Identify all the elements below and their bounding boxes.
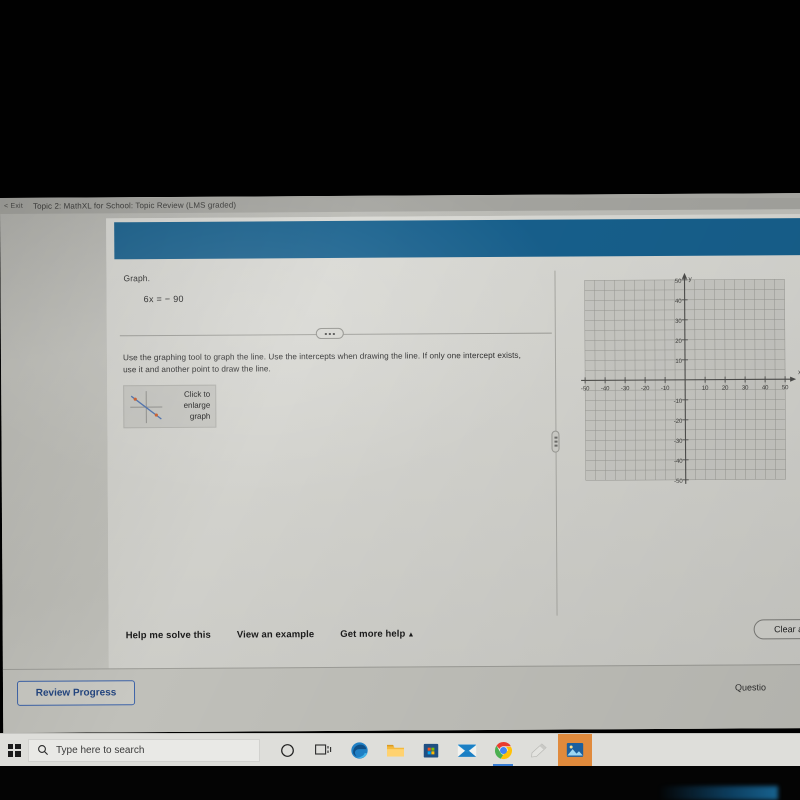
screen-reflection — [658, 786, 778, 800]
photos-icon[interactable] — [558, 733, 592, 767]
assignment-banner — [114, 217, 800, 260]
graph-svg[interactable]: x y -50 -40 -30 -20 -10 10 20 30 40 50 5… — [576, 271, 800, 513]
screenshot-root: < Exit Topic 2: MathXL for School: Topic… — [0, 0, 800, 800]
svg-text:-30: -30 — [674, 439, 683, 445]
question-card-body: Graph. 6x = − 90 Use the graphing tool t… — [106, 213, 800, 669]
cortana-icon[interactable] — [270, 734, 304, 767]
page-footer: Review Progress Questio — [2, 664, 800, 733]
svg-text:10: 10 — [675, 359, 682, 365]
enlarge-line-3: graph — [189, 411, 211, 421]
svg-text:20: 20 — [675, 339, 682, 345]
svg-text:40: 40 — [762, 385, 769, 391]
search-icon — [38, 745, 48, 755]
mini-graph-icon — [124, 386, 167, 426]
x-axis-arrow — [790, 376, 797, 382]
enlarge-line-1: Click to — [183, 390, 211, 400]
chrome-icon[interactable] — [486, 734, 520, 767]
svg-text:10: 10 — [702, 386, 709, 392]
taskbar-icons — [270, 733, 592, 767]
file-explorer-icon[interactable] — [378, 734, 412, 767]
question-status: Questio — [734, 682, 767, 693]
monitor-bezel-top — [0, 0, 800, 200]
browser-page: < Exit Topic 2: MathXL for School: Topic… — [0, 193, 800, 733]
monitor-bezel-bottom — [0, 766, 800, 800]
question-instructions: Use the graphing tool to graph the line.… — [122, 350, 521, 375]
review-progress-button[interactable]: Review Progress — [16, 680, 136, 706]
task-view-icon[interactable] — [306, 734, 340, 767]
svg-text:-10: -10 — [674, 399, 683, 405]
exit-link[interactable]: < Exit — [4, 202, 23, 209]
svg-text:30: 30 — [675, 319, 682, 325]
enlarge-line-2: enlarge — [183, 400, 211, 410]
microsoft-store-icon[interactable] — [414, 734, 448, 767]
stem-divider — [119, 326, 552, 343]
topic-title: Topic 2: MathXL for School: Topic Review… — [32, 200, 237, 211]
svg-text:-10: -10 — [661, 386, 670, 392]
click-to-enlarge-graph-label: Click to enlarge graph — [167, 390, 215, 423]
svg-text:-50: -50 — [581, 386, 590, 392]
clear-all-button[interactable]: Clear a — [753, 618, 800, 640]
ellipsis-icon[interactable] — [315, 327, 344, 340]
y-axis-arrow — [681, 272, 688, 279]
drag-handle-icon[interactable] — [551, 430, 560, 453]
search-placeholder: Type here to search — [56, 744, 145, 756]
search-input[interactable]: Type here to search — [28, 738, 260, 762]
view-an-example-link[interactable]: View an example — [237, 629, 314, 640]
snip-sketch-icon[interactable] — [522, 734, 556, 767]
monitor-screen: < Exit Topic 2: MathXL for School: Topic… — [0, 193, 800, 733]
question-equation: 6x = − 90 — [143, 293, 184, 305]
mail-icon[interactable] — [450, 734, 484, 767]
question-stem: Graph. 6x = − 90 — [123, 271, 553, 305]
svg-text:50: 50 — [675, 279, 682, 285]
svg-text:-20: -20 — [641, 386, 650, 392]
edge-icon[interactable] — [342, 734, 376, 767]
svg-text:30: 30 — [742, 385, 749, 391]
svg-text:-20: -20 — [674, 419, 683, 425]
svg-text:-30: -30 — [621, 386, 630, 392]
windows-taskbar: Type here to search — [0, 733, 800, 767]
get-more-help-link[interactable]: Get more help ▲ — [340, 628, 415, 640]
svg-text:-50: -50 — [674, 479, 683, 485]
chevron-up-icon: ▲ — [407, 631, 415, 639]
svg-text:40: 40 — [675, 299, 682, 305]
svg-text:-40: -40 — [601, 386, 610, 392]
svg-text:-40: -40 — [674, 459, 683, 465]
get-more-help-label: Get more help — [340, 628, 406, 640]
coordinate-graph[interactable]: x y -50 -40 -30 -20 -10 10 20 30 40 50 5… — [576, 271, 800, 513]
click-to-enlarge-graph-button[interactable]: Click to enlarge graph — [123, 384, 217, 429]
svg-text:20: 20 — [722, 386, 729, 392]
windows-logo-icon[interactable] — [0, 734, 28, 767]
help-me-solve-this-link[interactable]: Help me solve this — [126, 630, 211, 642]
question-prompt: Graph. — [123, 273, 151, 284]
svg-text:50: 50 — [782, 385, 789, 391]
panel-splitter[interactable] — [551, 270, 560, 616]
help-actions-row: Help me solve this View an example Get m… — [126, 628, 415, 642]
question-card: Graph. 6x = − 90 Use the graphing tool t… — [106, 213, 800, 669]
